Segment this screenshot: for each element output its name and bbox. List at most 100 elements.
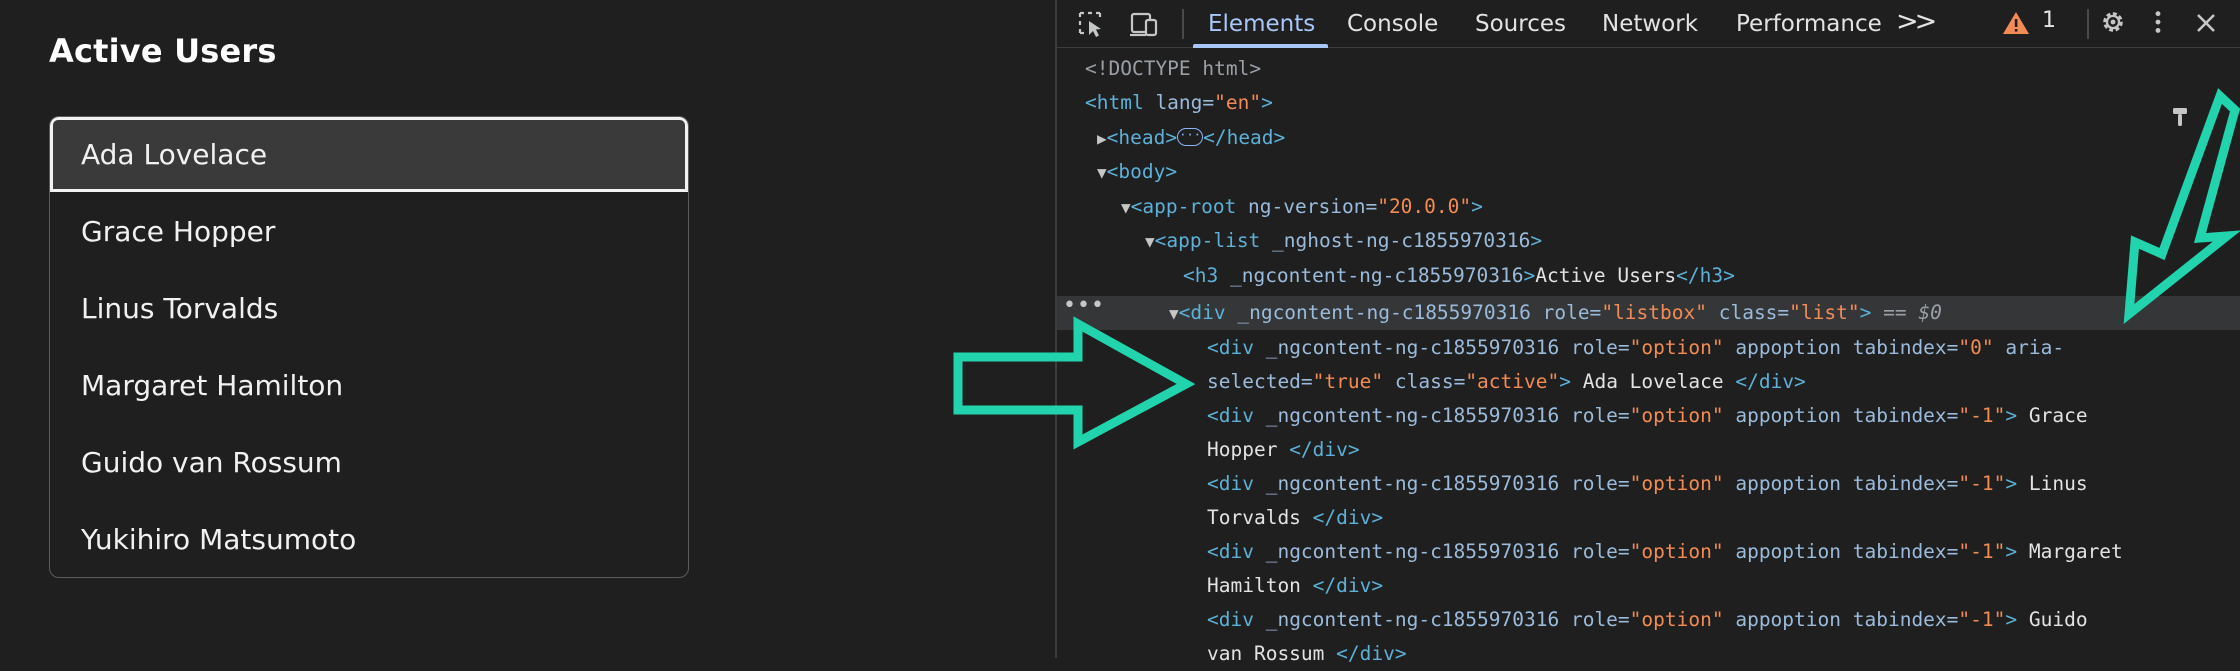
dom-line-body[interactable]: ▼<body> xyxy=(1097,155,1177,189)
attr-name: appoption xyxy=(1723,472,1841,495)
dom-line-app-root[interactable]: ▼<app-root ng-version="20.0.0"> xyxy=(1121,190,1483,224)
tag: <app-list xyxy=(1154,229,1261,252)
tag: <div xyxy=(1207,404,1254,427)
dom-line-app-list[interactable]: ▼<app-list _nghost-ng-c1855970316> xyxy=(1145,224,1542,258)
tag: <div xyxy=(1207,472,1254,495)
attr-name: _ngcontent-ng-c1855970316 xyxy=(1253,608,1560,631)
tab-performance[interactable]: Performance xyxy=(1736,0,1882,48)
collapse-triangle-icon[interactable]: ▼ xyxy=(1097,163,1107,182)
kebab-menu-icon[interactable] xyxy=(2151,9,2165,37)
list-option-guido-van-rossum[interactable]: Guido van Rossum xyxy=(50,425,688,500)
tag: <div xyxy=(1207,608,1254,631)
warning-count[interactable]: 1 xyxy=(2042,8,2056,33)
user-listbox[interactable]: Ada Lovelace Grace Hopper Linus Torvalds… xyxy=(49,116,689,578)
dom-line-listbox-div[interactable]: ▼<div _ngcontent-ng-c1855970316 role="li… xyxy=(1169,296,1942,330)
tab-sources[interactable]: Sources xyxy=(1475,0,1566,48)
tab-network[interactable]: Network xyxy=(1602,0,1698,48)
list-option-margaret-hamilton[interactable]: Margaret Hamilton xyxy=(50,348,688,423)
attr-value: "true" xyxy=(1312,370,1384,393)
attr-value: "-1" xyxy=(1958,540,2006,563)
dom-line-option-1-cont[interactable]: selected="true" class="active"> Ada Love… xyxy=(1207,365,1806,399)
tab-console[interactable]: Console xyxy=(1347,0,1438,48)
tag: > xyxy=(2005,540,2018,563)
collapsed-ellipsis-icon[interactable]: ··· xyxy=(1177,127,1204,146)
tag: <h3 xyxy=(1183,264,1219,287)
toolbar-divider xyxy=(2087,9,2089,39)
text-node: Hopper xyxy=(1207,438,1290,461)
tag: > xyxy=(2005,404,2018,427)
annotation-arrow-right-icon xyxy=(953,316,1196,450)
text-node: Torvalds xyxy=(1207,506,1313,529)
more-tabs-chevron-icon[interactable]: >> xyxy=(1896,6,1937,37)
attr-name: _ngcontent-ng-c1855970316 xyxy=(1253,472,1560,495)
tag: </div> xyxy=(1312,506,1384,529)
close-icon[interactable] xyxy=(2194,11,2218,35)
attr-name: _ngcontent-ng-c1855970316 xyxy=(1225,301,1531,324)
text-node: Active Users xyxy=(1535,264,1677,287)
tag: <div xyxy=(1207,336,1254,359)
inspect-element-icon[interactable] xyxy=(1077,10,1107,38)
collapse-triangle-icon[interactable]: ▼ xyxy=(1121,198,1131,217)
tab-elements[interactable]: Elements xyxy=(1208,0,1315,48)
attr-name: role= xyxy=(1559,336,1630,359)
list-option-linus-torvalds[interactable]: Linus Torvalds xyxy=(50,271,688,346)
dom-line-option-5[interactable]: <div _ngcontent-ng-c1855970316 role="opt… xyxy=(1207,603,2088,637)
warning-icon[interactable] xyxy=(2001,9,2031,37)
device-toolbar-icon[interactable] xyxy=(1129,10,1159,38)
dom-line-head[interactable]: ▶<head> ··· </head> xyxy=(1097,121,1285,155)
dom-line-option-1[interactable]: <div _ngcontent-ng-c1855970316 role="opt… xyxy=(1207,331,2064,365)
tag: > xyxy=(2005,472,2018,495)
attr-name: class= xyxy=(1706,301,1790,324)
list-option-ada-lovelace[interactable]: Ada Lovelace xyxy=(50,117,688,192)
dom-tree: ••• <!DOCTYPE html> <html lang="en"> ▶<h… xyxy=(1057,52,2240,665)
text-node: Hamilton xyxy=(1207,574,1313,597)
attr-value: "active" xyxy=(1465,370,1560,393)
dom-line-option-5-cont[interactable]: van Rossum </div> xyxy=(1207,637,1407,671)
attr-name: role= xyxy=(1559,472,1630,495)
collapse-triangle-icon[interactable]: ▼ xyxy=(1145,232,1155,251)
attr-name: aria- xyxy=(1993,336,2065,359)
attr-name: _ngcontent-ng-c1855970316 xyxy=(1253,404,1560,427)
attr-value: "option" xyxy=(1629,404,1724,427)
settings-gear-icon[interactable] xyxy=(2098,8,2128,36)
dom-line-doctype[interactable]: <!DOCTYPE html> xyxy=(1085,52,1261,86)
attr-name: appoption xyxy=(1723,404,1841,427)
attr-name: lang= xyxy=(1143,91,1215,114)
tag: > xyxy=(1523,264,1536,287)
text-node: Ada Lovelace xyxy=(1570,370,1736,393)
attr-value: "-1" xyxy=(1958,608,2006,631)
dom-line-h3[interactable]: <h3 _ngcontent-ng-c1855970316>Active Use… xyxy=(1183,259,1735,293)
console-ref-marker: == $0 xyxy=(1871,301,1942,324)
tag: > xyxy=(2005,608,2018,631)
dom-line-option-4-cont[interactable]: Hamilton </div> xyxy=(1207,569,1383,603)
list-option-grace-hopper[interactable]: Grace Hopper xyxy=(50,194,688,269)
attr-value: "listbox" xyxy=(1601,301,1707,324)
tag: > xyxy=(1859,301,1872,324)
devtools-toolbar: Elements Console Sources Network Perform… xyxy=(1057,0,2240,48)
app-preview: Active Users Ada Lovelace Grace Hopper L… xyxy=(0,0,1055,658)
attr-name: tabindex= xyxy=(1841,608,1959,631)
dom-line-option-2[interactable]: <div _ngcontent-ng-c1855970316 role="opt… xyxy=(1207,399,2088,433)
annotation-arrow-down-icon xyxy=(2123,88,2240,325)
expand-triangle-icon[interactable]: ▶ xyxy=(1097,129,1107,148)
tag: <head> xyxy=(1106,126,1178,149)
dom-line-option-3[interactable]: <div _ngcontent-ng-c1855970316 role="opt… xyxy=(1207,467,2088,501)
attr-name: _nghost-ng-c1855970316 xyxy=(1260,229,1531,252)
devtools-panel: Elements Console Sources Network Perform… xyxy=(1055,0,2240,665)
dom-line-option-4[interactable]: <div _ngcontent-ng-c1855970316 role="opt… xyxy=(1207,535,2123,569)
attr-value: "0" xyxy=(1958,336,1994,359)
dom-line-option-3-cont[interactable]: Torvalds </div> xyxy=(1207,501,1383,535)
list-option-yukihiro-matsumoto[interactable]: Yukihiro Matsumoto xyxy=(50,502,688,577)
attr-value: "-1" xyxy=(1958,404,2006,427)
dom-line-html[interactable]: <html lang="en"> xyxy=(1085,86,1273,120)
attr-name: _ngcontent-ng-c1855970316 xyxy=(1253,336,1560,359)
tag: </div> xyxy=(1312,574,1384,597)
tag: <div xyxy=(1207,540,1254,563)
attr-name: tabindex= xyxy=(1841,540,1959,563)
dom-line-option-2-cont[interactable]: Hopper </div> xyxy=(1207,433,1360,467)
attr-name: _ngcontent-ng-c1855970316 xyxy=(1218,264,1524,287)
attr-name: tabindex= xyxy=(1841,336,1959,359)
attr-name: tabindex= xyxy=(1841,404,1959,427)
tag: <app-root xyxy=(1130,195,1237,218)
attr-value: "-1" xyxy=(1958,472,2006,495)
